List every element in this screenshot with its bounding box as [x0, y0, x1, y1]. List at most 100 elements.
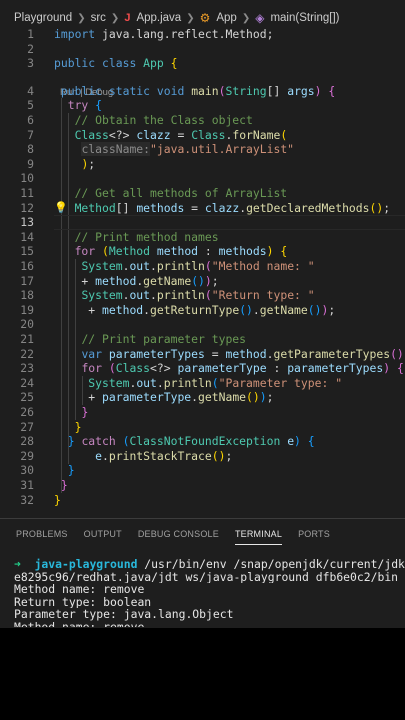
code-token: System [81, 259, 123, 273]
code-line[interactable]: 30 } [0, 463, 405, 478]
code-text: } [54, 405, 88, 420]
code-line[interactable]: 5 try { [0, 98, 405, 113]
code-token: main [191, 83, 219, 98]
tab-terminal[interactable]: TERMINAL [227, 519, 290, 549]
code-text: // Get all methods of ArrayList [54, 186, 288, 201]
code-line[interactable]: 6 // Obtain the Class object [0, 113, 405, 128]
code-line[interactable]: 13 [0, 215, 405, 230]
code-token: // Obtain the Class object [74, 113, 253, 127]
code-token: class [102, 56, 144, 71]
code-token: "Parameter type: " [218, 375, 343, 390]
code-token: : [198, 244, 219, 259]
code-token: ) [204, 273, 212, 288]
line-number: 5 [27, 98, 34, 113]
chevron-right-icon: ❯ [110, 12, 120, 24]
code-line[interactable]: 22 var parameterTypes = method.getParame… [0, 347, 405, 362]
tab-debug-console[interactable]: DEBUG CONSOLE [130, 519, 227, 549]
code-line[interactable]: 1 import java.lang.reflect.Method; [0, 27, 405, 42]
code-line[interactable]: 18 System.out.println("Return type: " [0, 288, 405, 303]
code-line[interactable]: 20 [0, 317, 405, 332]
code-token: . [191, 390, 199, 405]
code-token: = [204, 346, 226, 361]
code-token: + [54, 273, 96, 288]
code-text: public static void main(String[] args) { [54, 84, 335, 99]
code-line[interactable]: 19 + method.getReturnType().getName()); [0, 303, 405, 318]
code-token: } [67, 463, 75, 478]
code-token: () [369, 200, 384, 215]
code-text: for (Method method : methods) { [54, 244, 288, 259]
code-line[interactable]: 27 } [0, 420, 405, 435]
code-token: // Print parameter types [81, 332, 247, 346]
tab-output[interactable]: OUTPUT [76, 519, 130, 549]
code-line[interactable]: 21 // Print parameter types [0, 332, 405, 347]
code-line[interactable]: 9 ); [0, 157, 405, 172]
code-token: "java.util.ArrayList" [150, 142, 295, 157]
breadcrumb-item-src[interactable]: src [91, 12, 106, 24]
code-token: } [54, 492, 61, 507]
code-text: ); [54, 157, 95, 172]
code-text: var parameterTypes = method.getParameter… [54, 347, 405, 362]
code-text: } [54, 493, 61, 508]
panel-tabs: PROBLEMS OUTPUT DEBUG CONSOLE TERMINAL P… [0, 519, 405, 549]
line-number: 30 [20, 463, 34, 478]
code-line[interactable]: 11 // Get all methods of ArrayList [0, 186, 405, 201]
code-line[interactable]: 24 System.out.println("Parameter type: " [0, 376, 405, 391]
terminal[interactable]: ➜ java-playground /usr/bin/env /snap/ope… [14, 558, 405, 627]
breadcrumb-item-playground[interactable]: Playground [14, 12, 72, 24]
breadcrumb-item-class[interactable]: App [216, 12, 236, 24]
code-text: import java.lang.reflect.Method; [54, 27, 273, 42]
tab-problems[interactable]: PROBLEMS [0, 519, 76, 549]
code-line[interactable]: 14 // Print method names [0, 230, 405, 245]
code-editor[interactable]: 1 import java.lang.reflect.Method; 2 3 publi… [0, 27, 405, 517]
line-number: 2 [27, 41, 34, 56]
code-line[interactable]: 7 Class<?> clazz = Class.forName( [0, 128, 405, 143]
breadcrumb-item-file[interactable]: App.java [136, 12, 181, 24]
code-token: java.lang.reflect.Method; [102, 27, 274, 41]
lightbulb-icon[interactable]: 💡 [54, 201, 68, 214]
line-number: 1 [27, 27, 34, 41]
code-line[interactable]: 28 } catch (ClassNotFoundException e) { [0, 434, 405, 449]
code-line[interactable]: 17 + method.getName()); [0, 274, 405, 289]
breadcrumb-item-method[interactable]: main(String[]) [270, 12, 339, 24]
code-line[interactable]: 3 public class App { [0, 56, 405, 71]
code-line[interactable]: 32} [0, 493, 405, 508]
code-token: method [225, 346, 267, 361]
code-token: for [81, 361, 109, 376]
line-number: 3 [27, 56, 34, 71]
code-token: } [74, 419, 82, 434]
line-number: 13 [20, 215, 34, 230]
terminal-output-line: Method name: remove [14, 621, 405, 627]
code-token: static [108, 83, 157, 98]
code-text: } [54, 478, 68, 493]
code-line[interactable]: 2 [0, 42, 405, 57]
code-line[interactable]: 10 [0, 171, 405, 186]
code-token: parameterType [102, 390, 192, 405]
code-token: public [54, 56, 103, 71]
code-line[interactable]: 31 } [0, 478, 405, 493]
tab-ports[interactable]: PORTS [290, 519, 338, 549]
code-line[interactable]: 25 + parameterType.getName()); [0, 390, 405, 405]
code-line[interactable]: 4 public static void main(String[] args)… [0, 84, 405, 99]
code-token: getName [143, 273, 192, 288]
line-number: 32 [20, 492, 34, 507]
code-line[interactable]: 16 System.out.println("Method name: " [0, 259, 405, 274]
code-token: . [150, 259, 157, 273]
code-token: ; [266, 390, 274, 405]
code-line[interactable]: 23 for (Class<?> parameterType : paramet… [0, 361, 405, 376]
code-line[interactable]: 8 className:"java.util.ArrayList" [0, 142, 405, 157]
code-line[interactable]: 29 e.printStackTrace(); [0, 449, 405, 464]
code-line[interactable]: 26 } [0, 405, 405, 420]
code-line[interactable]: 15 for (Method method : methods) { [0, 244, 405, 259]
code-token: . [102, 448, 109, 463]
terminal-cwd: java-playground [34, 558, 138, 571]
code-text: e.printStackTrace(); [54, 449, 232, 464]
line-number: 28 [20, 434, 34, 449]
